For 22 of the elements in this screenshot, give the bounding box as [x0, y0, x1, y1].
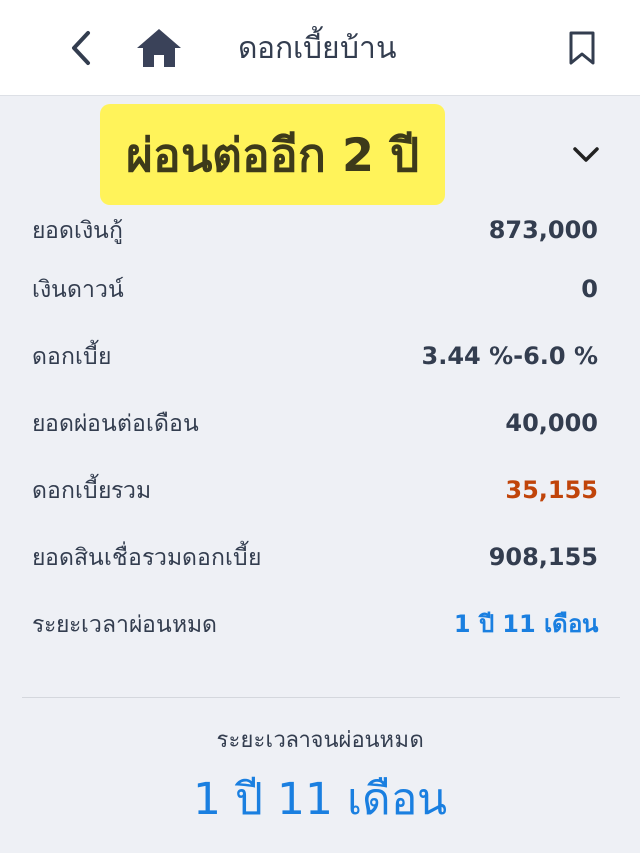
row-value: 1 ปี 11 เดือน	[454, 609, 598, 640]
row-value: 35,155	[505, 476, 598, 504]
row-value: 0	[581, 274, 598, 302]
back-icon[interactable]	[70, 30, 92, 66]
row-label: ยอดสินเชื่อรวมดอกเบี้ย	[32, 538, 261, 574]
home-icon[interactable]	[136, 28, 182, 68]
page-title: ดอกเบี้ยบ้าน	[238, 24, 568, 71]
row-value: 908,155	[488, 542, 598, 570]
row-value: 873,000	[488, 216, 598, 244]
chevron-down-icon[interactable]	[572, 146, 600, 164]
row-label: ยอดเงินกู้	[32, 217, 123, 246]
row-label: ระยะเวลาผ่อนหมด	[32, 610, 217, 640]
highlight-banner: ผ่อนต่ออีก 2 ปี	[100, 104, 446, 205]
row-label: เงินดาวน์	[32, 276, 124, 304]
row-label: ดอกเบี้ยรวม	[32, 472, 151, 508]
row-value: 3.44 %-6.0 %	[422, 342, 598, 370]
bookmark-icon[interactable]	[568, 30, 596, 66]
row-label: ดอกเบี้ย	[32, 338, 111, 374]
summary-label: ระยะเวลาจนผ่อนหมด	[216, 727, 424, 755]
row-label: ยอดผ่อนต่อเดือน	[32, 410, 199, 438]
row-value: 40,000	[505, 408, 598, 436]
summary-value: 1 ปี 11 เดือน	[193, 773, 447, 827]
